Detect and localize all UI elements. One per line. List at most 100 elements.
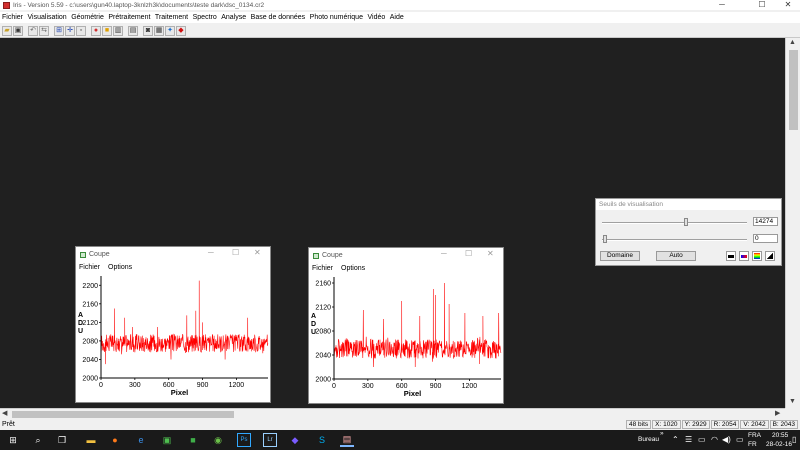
firefox-icon[interactable]: ● [108, 433, 122, 447]
green-app-icon[interactable]: ■ [186, 433, 200, 447]
minimize-icon[interactable]: ─ [710, 0, 734, 10]
horizontal-scrollbar[interactable]: ◀ ▶ [0, 408, 785, 419]
menu-analyse[interactable]: Analyse [221, 14, 246, 21]
domaine-button[interactable]: Domaine [600, 251, 640, 261]
menu-spectro[interactable]: Spectro [193, 14, 217, 21]
menu-video[interactable]: Vidéo [367, 14, 385, 21]
high-threshold-slider[interactable] [684, 218, 689, 226]
profile-chart-2: 200020402080212021600 300 600 900 1200PixelA… [311, 277, 502, 398]
edge-icon[interactable]: e [134, 433, 148, 447]
close-icon[interactable]: ✕ [487, 249, 494, 258]
network-icon[interactable]: ☰ [685, 435, 692, 444]
x-tick-label: 0 [99, 382, 103, 389]
battery-icon[interactable]: ▭ [698, 435, 706, 444]
store-icon[interactable]: ▣ [160, 433, 174, 447]
wifi-icon[interactable]: ◠ [711, 435, 718, 444]
scroll-down-icon[interactable]: ▼ [789, 398, 796, 405]
coupe-menu-fichier[interactable]: Fichier [312, 265, 333, 272]
scroll-up-icon[interactable]: ▲ [789, 39, 796, 46]
seuils-window[interactable]: Seuils de visualisation 14274 0 Domaine … [595, 198, 782, 266]
menu-geometrie[interactable]: Géométrie [71, 14, 104, 21]
red-diamond-icon[interactable]: ◆ [176, 25, 186, 36]
high-threshold-input[interactable]: 14274 [753, 217, 778, 226]
coupe-menu-fichier[interactable]: Fichier [79, 264, 100, 271]
undo-icon[interactable]: ↶ [28, 25, 38, 36]
high-threshold-track[interactable] [602, 222, 747, 224]
close-icon[interactable]: ✕ [254, 248, 261, 257]
coupe-window-2[interactable]: Coupe ─ ☐ ✕ Fichier Options 2000 2040 2080… [308, 247, 504, 404]
y-axis-label: U [311, 329, 316, 336]
histogram-icon[interactable]: ▥ [113, 25, 123, 36]
open-folder-icon[interactable]: ▰ [2, 25, 12, 36]
palette-icon[interactable]: ■ [102, 25, 112, 36]
zoom-fit-icon[interactable]: ▫ [76, 25, 86, 36]
windows-start-icon[interactable]: ⊞ [6, 433, 20, 447]
redo-icon[interactable]: ⇆ [39, 25, 49, 36]
photoshop-icon[interactable]: Ps [237, 433, 251, 447]
language-top[interactable]: FRA [748, 432, 761, 439]
palette-ramp-icon[interactable] [765, 251, 775, 261]
notification-message-icon[interactable]: ▭ [736, 435, 744, 444]
file-explorer-icon[interactable]: ▬ [84, 433, 98, 447]
tray-expand-icon[interactable]: ⌃ [672, 435, 679, 444]
close-icon[interactable]: ✕ [776, 0, 800, 10]
palette-color-icon[interactable] [739, 251, 749, 261]
tools-icon[interactable]: ▦ [154, 25, 164, 36]
clock-date[interactable]: 28-02-16 [766, 441, 792, 448]
maximize-icon[interactable]: ☐ [465, 249, 472, 258]
x-tick-label: 300 [129, 382, 141, 389]
coupe-window-icon [80, 251, 86, 258]
menu-visualisation[interactable]: Visualisation [28, 14, 67, 21]
signal-line [333, 282, 502, 368]
coupe-title: Coupe [322, 252, 343, 259]
language-bottom[interactable]: FR [748, 441, 757, 448]
low-threshold-track[interactable] [602, 239, 747, 241]
auto-button[interactable]: Auto [656, 251, 696, 261]
status-bar: Prêt 48 bits X: 1020 Y: 2929 R: 2054 V: … [0, 419, 800, 430]
action-center-icon[interactable]: ▯ [792, 435, 796, 444]
green-app-2-icon[interactable]: ◉ [211, 433, 225, 447]
vertical-scroll-thumb[interactable] [789, 50, 798, 130]
settings-icon[interactable]: ▤ [128, 25, 138, 36]
scroll-right-icon[interactable]: ▶ [775, 409, 780, 417]
low-threshold-input[interactable]: 0 [753, 234, 778, 243]
scroll-left-icon[interactable]: ◀ [2, 409, 7, 417]
blue-star-icon[interactable]: ✦ [165, 25, 175, 36]
gem-app-icon[interactable]: ◆ [288, 433, 302, 447]
coupe-menu-options[interactable]: Options [341, 265, 365, 272]
menu-aide[interactable]: Aide [390, 14, 404, 21]
lightroom-icon[interactable]: Lr [263, 433, 277, 447]
toolbar-chevron[interactable]: » [660, 430, 664, 437]
bureau-label[interactable]: Bureau [638, 436, 659, 443]
maximize-icon[interactable]: ☐ [232, 248, 239, 257]
iris-app-icon[interactable]: ▤ [340, 433, 354, 447]
menu-photo-numerique[interactable]: Photo numérique [310, 14, 363, 21]
minimize-icon[interactable]: ─ [441, 249, 447, 258]
crosshair-icon[interactable]: ✛ [65, 25, 75, 36]
horizontal-scroll-thumb[interactable] [12, 411, 234, 418]
x-readout: X: 1020 [652, 420, 681, 429]
camera-icon[interactable]: ◙ [143, 25, 153, 36]
search-icon[interactable]: ⌕ [31, 433, 45, 447]
volume-icon[interactable]: ◀) [722, 435, 731, 444]
menu-fichier[interactable]: Fichier [2, 14, 23, 21]
menu-pretraitement[interactable]: Prétraitement [108, 14, 150, 21]
maximize-icon[interactable]: ☐ [750, 0, 774, 10]
zoom-in-icon[interactable]: ⊞ [54, 25, 64, 36]
coupe-menu-options[interactable]: Options [108, 264, 132, 271]
menu-base-de-donnees[interactable]: Base de données [251, 14, 306, 21]
coupe-window-1[interactable]: Coupe ─ ☐ ✕ Fichier Options 2000 2040 2080… [75, 246, 271, 403]
signal-series [333, 282, 502, 368]
task-view-icon[interactable]: ❐ [55, 433, 69, 447]
palette-rainbow-icon[interactable] [752, 251, 762, 261]
vertical-scrollbar[interactable]: ▲ ▼ [785, 38, 800, 408]
minimize-icon[interactable]: ─ [208, 248, 214, 257]
status-text: Prêt [2, 421, 15, 428]
menu-traitement[interactable]: Traitement [155, 14, 188, 21]
save-icon[interactable]: ▣ [13, 25, 23, 36]
low-threshold-slider[interactable] [602, 235, 607, 243]
skype-icon[interactable]: S [315, 433, 329, 447]
palette-gray-icon[interactable] [726, 251, 736, 261]
clock-time[interactable]: 20:55 [772, 432, 788, 439]
color-icon[interactable]: ● [91, 25, 101, 36]
